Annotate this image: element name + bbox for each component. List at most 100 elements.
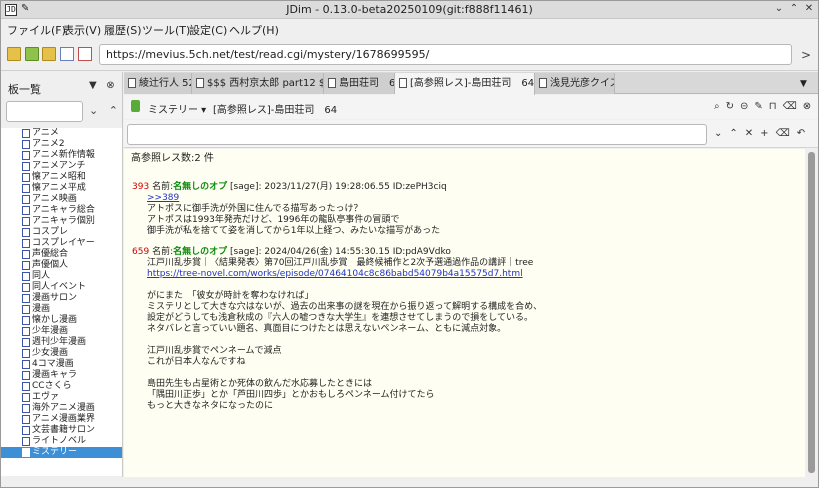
close-icon[interactable]: ✕ xyxy=(802,2,816,16)
menu-tools[interactable]: ツール(T) xyxy=(142,22,190,38)
image-doc-icon[interactable] xyxy=(78,47,92,61)
board-item[interactable]: 同人 xyxy=(1,271,122,282)
board-list-folder-icon[interactable] xyxy=(7,47,21,61)
tab-high-ref[interactable]: [高参照レス]-島田荘司 64 xyxy=(395,73,535,95)
board-item[interactable]: コスプレ xyxy=(1,227,122,238)
thread-doc-icon[interactable] xyxy=(60,47,74,61)
board-doc-icon xyxy=(22,173,30,182)
minimize-icon[interactable]: ⌄ xyxy=(772,2,786,16)
board-item[interactable]: アニキャラ個別 xyxy=(1,216,122,227)
board-doc-icon xyxy=(22,151,30,160)
bookmark-icon[interactable]: ⊓ xyxy=(769,101,783,112)
board-item[interactable]: 懐かし漫画 xyxy=(1,315,122,326)
board-item[interactable]: ライトノベル xyxy=(1,436,122,447)
board-item[interactable]: 海外アニメ漫画 xyxy=(1,403,122,414)
board-item[interactable]: 週刊少年漫画 xyxy=(1,337,122,348)
favorites-folder-icon[interactable] xyxy=(25,47,39,61)
board-item[interactable]: 声優個人 xyxy=(1,260,122,271)
board-doc-icon xyxy=(22,371,30,380)
search-prev-icon[interactable]: ⌃ xyxy=(109,104,118,117)
tab-list-dropdown-icon[interactable]: ▼ xyxy=(800,79,807,89)
post-name[interactable]: 名無しのオプ xyxy=(173,247,227,257)
go-icon[interactable]: > xyxy=(801,48,811,62)
board-item[interactable]: エヴァ xyxy=(1,392,122,403)
close-pane-icon[interactable]: ⊗ xyxy=(106,80,114,91)
dropdown-icon[interactable]: ▼ xyxy=(89,80,97,91)
tab-ayatsuji[interactable]: 綾辻行人 52 xyxy=(124,73,192,94)
board-item-label: 海外アニメ漫画 xyxy=(32,403,95,413)
maximize-icon[interactable]: ⌃ xyxy=(787,2,801,16)
board-item[interactable]: 懐アニメ昭和 xyxy=(1,172,122,183)
board-item[interactable]: ミステリー xyxy=(1,447,122,458)
find-next-icon[interactable]: ⌄ xyxy=(714,128,729,139)
board-item[interactable]: アニメアンチ xyxy=(1,161,122,172)
board-folder-icon[interactable] xyxy=(42,47,56,61)
board-item[interactable]: アニメ新作情報 xyxy=(1,150,122,161)
board-dropdown[interactable]: ミステリー ▾ xyxy=(148,101,206,116)
post-url-link[interactable]: https://tree-novel.com/works/episode/074… xyxy=(147,269,523,280)
board-item[interactable]: CCさくら xyxy=(1,381,122,392)
post-meta: [sage]: 2024/04/26(金) 14:55:30.15 ID:pdA… xyxy=(230,247,451,257)
tab-nishimura[interactable]: $$$ 西村京太郎 part12 $$$ xyxy=(192,73,324,94)
board-list-header-icons: ▼ ⊗ xyxy=(89,80,115,91)
post-header: 659 名前:名無しのオプ [sage]: 2024/04/26(金) 14:5… xyxy=(132,247,451,258)
app-window: JD ✎ JDim - 0.13.0-beta20250109(git:f888… xyxy=(0,0,819,488)
board-item[interactable]: 漫画キャラ xyxy=(1,370,122,381)
tab-shimada[interactable]: 島田荘司 64 xyxy=(324,73,395,94)
board-item[interactable]: 少年漫画 xyxy=(1,326,122,337)
menu-view[interactable]: 表示(V) xyxy=(63,22,101,38)
stop-icon[interactable]: ⊝ xyxy=(740,101,754,112)
find-input[interactable] xyxy=(127,124,707,145)
board-item[interactable]: 懐アニメ平成 xyxy=(1,183,122,194)
post-number[interactable]: 393 xyxy=(132,182,149,192)
board-item[interactable]: 4コマ漫画 xyxy=(1,359,122,370)
find-undo-icon[interactable]: ↶ xyxy=(797,128,812,139)
board-doc-icon xyxy=(22,316,30,325)
search-icon[interactable]: ⌕ xyxy=(714,101,726,112)
board-item[interactable]: 漫画サロン xyxy=(1,293,122,304)
thread-status-icon xyxy=(131,100,140,112)
thread-header: ミステリー ▾ [高参照レス]-島田荘司 64 ⌕↻⊝✎⊓⌫⊗ xyxy=(124,95,818,119)
delete-icon[interactable]: ⌫ xyxy=(783,101,803,112)
find-clear-icon[interactable]: ⌫ xyxy=(776,128,797,139)
menu-help[interactable]: ヘルプ(H) xyxy=(229,22,279,38)
board-item[interactable]: 同人イベント xyxy=(1,282,122,293)
board-item[interactable]: アニメ映画 xyxy=(1,194,122,205)
board-search-input[interactable] xyxy=(6,101,83,122)
menu-history[interactable]: 履歴(S) xyxy=(104,22,142,38)
board-item[interactable]: 漫画 xyxy=(1,304,122,315)
find-prev-icon[interactable]: ⌃ xyxy=(729,128,744,139)
board-item[interactable]: コスプレイヤー xyxy=(1,238,122,249)
write-icon[interactable]: ✎ xyxy=(754,101,768,112)
find-close-icon[interactable]: ✕ xyxy=(745,128,760,139)
board-doc-icon xyxy=(22,184,30,193)
reload-icon[interactable]: ↻ xyxy=(726,101,740,112)
post-number[interactable]: 659 xyxy=(132,247,149,257)
post-anchor-link[interactable]: >>389 xyxy=(147,193,179,204)
board-item[interactable]: 声優総合 xyxy=(1,249,122,260)
scrollbar-thumb[interactable] xyxy=(808,152,815,473)
post-body-line: 江戸川乱歩賞でペンネームで減点 xyxy=(147,346,282,356)
post-name[interactable]: 名無しのオプ xyxy=(173,182,227,192)
close-icon[interactable]: ⊗ xyxy=(803,101,817,112)
doc-icon xyxy=(399,78,407,88)
menu-settings[interactable]: 設定(C) xyxy=(189,22,227,38)
board-item[interactable]: 文芸書籍サロン xyxy=(1,425,122,436)
board-item[interactable]: 少女漫画 xyxy=(1,348,122,359)
thread-scrollbar[interactable] xyxy=(805,149,818,477)
board-doc-icon xyxy=(22,206,30,215)
board-item[interactable]: アニメ xyxy=(1,128,122,139)
tab-asami[interactable]: 浅見光彦クイズ xyxy=(535,73,615,94)
doc-icon xyxy=(328,78,336,88)
url-input[interactable]: https://mevius.5ch.net/test/read.cgi/mys… xyxy=(99,44,792,65)
doc-icon xyxy=(539,78,547,88)
search-next-icon[interactable]: ⌄ xyxy=(89,104,98,117)
board-doc-icon xyxy=(22,283,30,292)
board-item[interactable]: アニメ2 xyxy=(1,139,122,150)
find-add-icon[interactable]: + xyxy=(760,128,775,139)
menu-file[interactable]: ファイル(F) xyxy=(7,22,66,38)
board-doc-icon xyxy=(22,448,30,457)
board-doc-icon xyxy=(22,195,30,204)
board-item[interactable]: アニキャラ総合 xyxy=(1,205,122,216)
board-item[interactable]: アニメ漫画業界 xyxy=(1,414,122,425)
